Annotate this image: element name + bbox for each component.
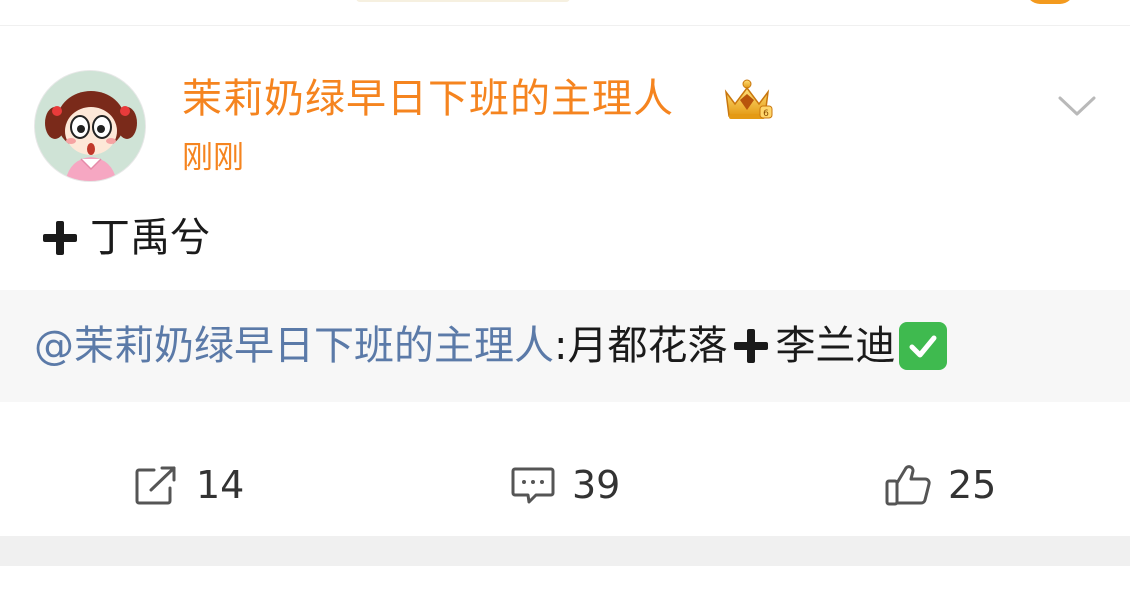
post-content: 丁禹兮 <box>40 212 210 264</box>
quoted-post-text: : 月都花落 李兰迪 <box>554 320 948 372</box>
top-tab-indicator <box>356 0 570 2</box>
heavy-plus-icon <box>734 329 769 363</box>
like-button[interactable]: 25 <box>884 458 996 512</box>
quoted-post-line: @茉莉奶绿早日下班的主理人 : 月都花落 李兰迪 <box>34 320 948 372</box>
chevron-down-icon[interactable] <box>1056 90 1098 120</box>
heavy-plus-icon <box>43 221 77 255</box>
share-icon <box>135 466 176 505</box>
thumbs-up-icon <box>885 465 931 506</box>
crown-badge-icon[interactable]: 6 <box>720 78 774 122</box>
like-count: 25 <box>948 463 997 507</box>
post-divider <box>0 536 1130 566</box>
svg-text:6: 6 <box>763 109 769 119</box>
post-timestamp: 刚刚 <box>182 140 244 176</box>
avatar[interactable] <box>34 70 146 182</box>
quote-text-before: 月都花落 <box>567 323 728 369</box>
quoted-post[interactable]: @茉莉奶绿早日下班的主理人 : 月都花落 李兰迪 <box>0 290 1130 402</box>
post-text: 丁禹兮 <box>90 215 210 261</box>
weibo-post-page: 茉莉奶绿早日下班的主理人 6 刚刚 丁禹兮 @茉莉奶绿早日下班的主理人: 月都… <box>0 0 1130 604</box>
mention-link[interactable]: @茉莉奶绿早日下班的主理人 <box>34 320 554 372</box>
quote-separator: : <box>554 323 568 369</box>
share-button[interactable]: 14 <box>134 458 244 512</box>
comment-icon <box>511 467 555 504</box>
comment-button[interactable]: 39 <box>510 458 620 512</box>
share-count: 14 <box>196 463 245 507</box>
cartoon-girl-avatar-icon <box>35 71 145 181</box>
quote-text-after: 李兰迪 <box>775 323 896 369</box>
comment-count: 39 <box>572 463 621 507</box>
top-toolbar-remnant <box>0 0 1130 26</box>
check-mark-button-icon <box>899 322 948 370</box>
top-right-badge <box>1026 0 1074 4</box>
username-link[interactable]: 茉莉奶绿早日下班的主理人 <box>182 74 674 124</box>
